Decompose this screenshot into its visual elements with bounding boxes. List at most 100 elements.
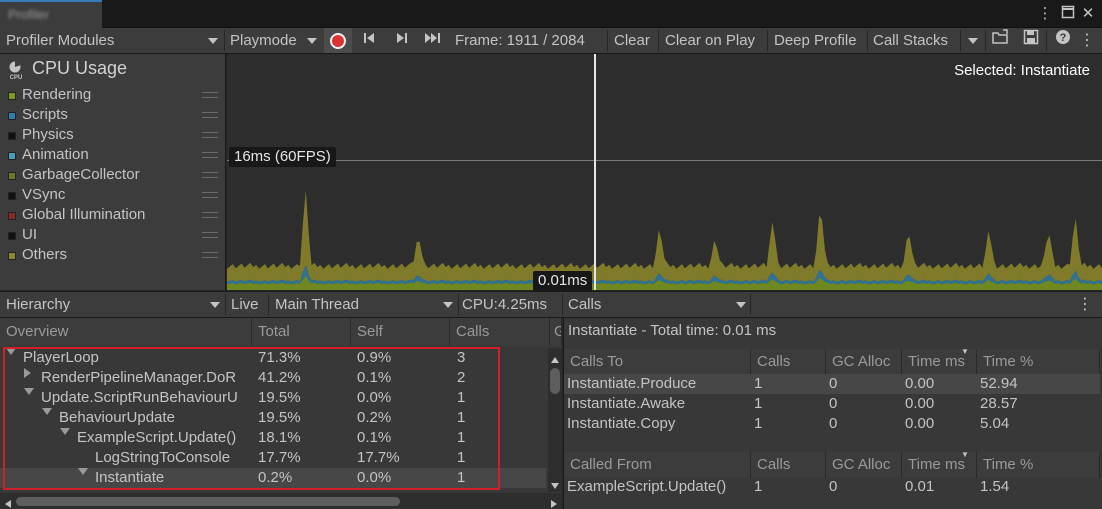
divider bbox=[1046, 30, 1047, 51]
clear-on-play-toggle[interactable]: Clear on Play bbox=[665, 28, 755, 53]
drag-handle-icon[interactable] bbox=[202, 192, 218, 198]
scroll-right-icon[interactable] bbox=[549, 496, 559, 508]
call-stacks-dropdown[interactable] bbox=[966, 28, 982, 53]
module-category-vsync[interactable]: VSync bbox=[8, 186, 222, 206]
module-category-rendering[interactable]: Rendering bbox=[8, 86, 222, 106]
frame-counter: Frame: 1911 / 2084 bbox=[455, 32, 585, 49]
record-icon bbox=[330, 33, 346, 49]
module-title: CPU Usage bbox=[32, 58, 128, 78]
divider bbox=[658, 30, 659, 51]
column-header-total[interactable]: Total bbox=[252, 318, 351, 346]
column-header-overview[interactable]: Overview bbox=[0, 318, 252, 346]
calls-dropdown[interactable]: Calls bbox=[568, 292, 748, 317]
drag-handle-icon[interactable] bbox=[202, 252, 218, 258]
calls-to-row[interactable]: Instantiate.Produce 1 0 0.00 52.94 bbox=[564, 374, 1100, 394]
drag-handle-icon[interactable] bbox=[202, 232, 218, 238]
playmode-dropdown[interactable]: Playmode bbox=[230, 28, 320, 53]
window-tab[interactable]: Profiler bbox=[0, 0, 102, 28]
chart-series-others bbox=[227, 190, 1102, 282]
calls-to-header-gc-alloc[interactable]: GC Alloc bbox=[826, 349, 902, 375]
clear-button[interactable]: Clear bbox=[614, 28, 650, 53]
module-category-others[interactable]: Others bbox=[8, 246, 222, 266]
calls-to-header-calls-to[interactable]: Calls To bbox=[564, 349, 751, 375]
divider bbox=[268, 294, 269, 315]
call-stacks-toggle[interactable]: Call Stacks bbox=[873, 28, 948, 53]
module-category-ui[interactable]: UI bbox=[8, 226, 222, 246]
called-from-header-calls[interactable]: Calls bbox=[751, 452, 826, 478]
column-header-self[interactable]: Self bbox=[351, 318, 450, 346]
deep-profile-toggle[interactable]: Deep Profile bbox=[774, 28, 857, 53]
category-color-swatch[interactable] bbox=[8, 152, 16, 160]
divider bbox=[458, 294, 459, 315]
called-from-row[interactable]: ExampleScript.Update() 1 0 0.01 1.54 bbox=[564, 477, 1100, 497]
called-from-cell: 1 bbox=[754, 478, 763, 495]
module-category-global-illumination[interactable]: Global Illumination bbox=[8, 206, 222, 226]
first-frame-icon bbox=[364, 33, 374, 43]
drag-handle-icon[interactable] bbox=[202, 112, 218, 118]
module-category-scripts[interactable]: Scripts bbox=[8, 106, 222, 126]
category-label: Global Illumination bbox=[22, 206, 146, 223]
called-from-cell: 0 bbox=[829, 478, 838, 495]
help-button[interactable]: ? bbox=[1050, 28, 1076, 53]
calls-label: Calls bbox=[568, 296, 602, 313]
calls-to-header-calls[interactable]: Calls bbox=[751, 349, 826, 375]
sort-descending-icon: ▼ bbox=[961, 450, 969, 459]
calls-to-cell: 0 bbox=[829, 415, 838, 432]
category-label: Rendering bbox=[22, 86, 92, 103]
called-from-header-gc-alloc[interactable]: GC Alloc bbox=[826, 452, 902, 478]
next-frame-button[interactable] bbox=[389, 28, 415, 53]
profiler-modules-dropdown[interactable]: Profiler Modules bbox=[6, 28, 220, 53]
category-color-swatch[interactable] bbox=[8, 112, 16, 120]
column-header-gc[interactable]: G bbox=[550, 318, 562, 346]
calls-to-cell: 1 bbox=[754, 415, 763, 432]
view-mode-dropdown[interactable]: Hierarchy bbox=[6, 292, 222, 317]
category-label: Animation bbox=[22, 146, 89, 163]
fps-threshold-label: 16ms (60FPS) bbox=[229, 147, 336, 167]
last-frame-button[interactable] bbox=[421, 28, 447, 53]
scroll-down-icon[interactable] bbox=[550, 478, 560, 489]
module-category-physics[interactable]: Physics bbox=[8, 126, 222, 146]
category-label: GarbageCollector bbox=[22, 166, 140, 183]
called-from-cell: 1.54 bbox=[980, 478, 1010, 495]
category-color-swatch[interactable] bbox=[8, 232, 16, 240]
scroll-left-icon[interactable] bbox=[3, 496, 13, 508]
thread-dropdown[interactable]: Main Thread bbox=[275, 292, 455, 317]
category-color-swatch[interactable] bbox=[8, 132, 16, 140]
category-color-swatch[interactable] bbox=[8, 172, 16, 180]
module-category-animation[interactable]: Animation bbox=[8, 146, 222, 166]
maximize-icon[interactable] bbox=[1059, 5, 1077, 23]
cpu-usage-chart[interactable] bbox=[227, 54, 1102, 290]
category-color-swatch[interactable] bbox=[8, 92, 16, 100]
calls-to-header-time[interactable]: Time % bbox=[977, 349, 1100, 375]
load-button[interactable] bbox=[988, 28, 1014, 53]
save-button[interactable] bbox=[1018, 28, 1044, 53]
drag-handle-icon[interactable] bbox=[202, 212, 218, 218]
drag-handle-icon[interactable] bbox=[202, 172, 218, 178]
close-icon[interactable]: ✕ bbox=[1079, 5, 1097, 23]
category-color-swatch[interactable] bbox=[8, 252, 16, 260]
calls-to-row[interactable]: Instantiate.Awake 1 0 0.00 28.57 bbox=[564, 394, 1100, 414]
frame-cursor[interactable] bbox=[594, 54, 596, 290]
chevron-down-icon bbox=[208, 38, 218, 44]
more-options-icon[interactable]: ⋮ bbox=[1074, 28, 1100, 53]
called-from-header-time[interactable]: Time % bbox=[977, 452, 1100, 478]
calls-to-cell: 5.04 bbox=[980, 415, 1010, 432]
calls-to-cell: 0 bbox=[829, 395, 838, 412]
horizontal-scrollbar-thumb[interactable] bbox=[16, 497, 400, 506]
scroll-up-icon[interactable] bbox=[550, 352, 560, 363]
drag-handle-icon[interactable] bbox=[202, 92, 218, 98]
column-header-calls[interactable]: Calls bbox=[450, 318, 550, 346]
drag-handle-icon[interactable] bbox=[202, 132, 218, 138]
drag-handle-icon[interactable] bbox=[202, 152, 218, 158]
calls-to-cell: Instantiate.Awake bbox=[567, 395, 686, 412]
module-category-garbagecollector[interactable]: GarbageCollector bbox=[8, 166, 222, 186]
more-options-icon[interactable]: ⋮ bbox=[1036, 5, 1054, 23]
category-color-swatch[interactable] bbox=[8, 212, 16, 220]
first-frame-button[interactable] bbox=[356, 28, 382, 53]
calls-to-row[interactable]: Instantiate.Copy 1 0 0.00 5.04 bbox=[564, 414, 1100, 434]
category-color-swatch[interactable] bbox=[8, 192, 16, 200]
called-from-header-called-from[interactable]: Called From bbox=[564, 452, 751, 478]
vertical-scrollbar-thumb[interactable] bbox=[550, 368, 560, 394]
more-options-icon[interactable]: ⋮ bbox=[1077, 292, 1093, 317]
live-toggle[interactable]: Live bbox=[231, 292, 259, 317]
